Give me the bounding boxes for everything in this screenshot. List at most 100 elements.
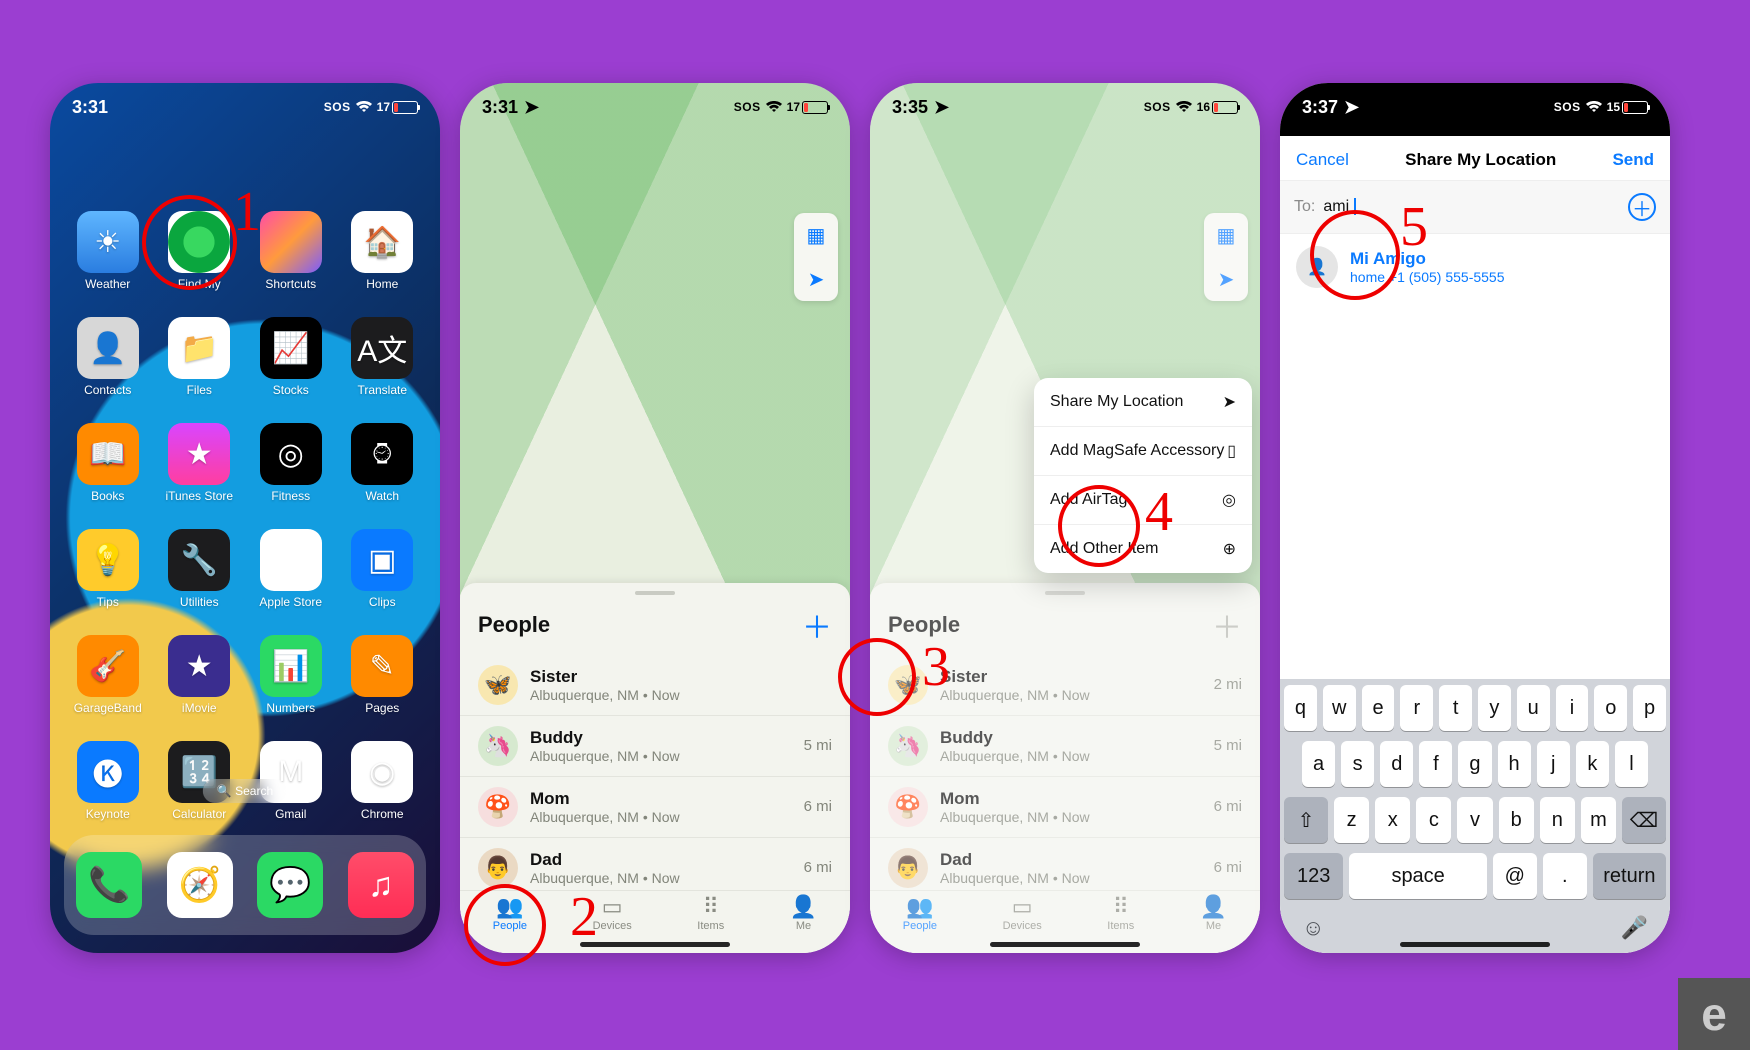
key-shift[interactable]: ⇧ bbox=[1284, 797, 1328, 843]
app-utilities[interactable]: 🔧Utilities bbox=[154, 529, 246, 609]
key-v[interactable]: v bbox=[1457, 797, 1492, 843]
key-g[interactable]: g bbox=[1458, 741, 1491, 787]
chrome-icon: ◉ bbox=[351, 741, 413, 803]
person-name: Mom bbox=[530, 789, 792, 809]
clips-icon: ▣ bbox=[351, 529, 413, 591]
key-o[interactable]: o bbox=[1594, 685, 1627, 731]
home-indicator[interactable] bbox=[1400, 942, 1550, 947]
key-space[interactable]: space bbox=[1349, 853, 1486, 899]
person-sub: Albuquerque, NM • Now bbox=[530, 809, 792, 825]
home-indicator[interactable] bbox=[580, 942, 730, 947]
map-layers-button[interactable]: ▦ bbox=[794, 213, 838, 257]
key-f[interactable]: f bbox=[1419, 741, 1452, 787]
key-u[interactable]: u bbox=[1517, 685, 1550, 731]
safari-icon[interactable]: 🧭 bbox=[167, 852, 233, 918]
app-home[interactable]: 🏠Home bbox=[337, 211, 429, 291]
home-indicator[interactable] bbox=[990, 942, 1140, 947]
app-tips[interactable]: 💡Tips bbox=[62, 529, 154, 609]
key-at[interactable]: @ bbox=[1493, 853, 1537, 899]
key-n[interactable]: n bbox=[1540, 797, 1575, 843]
person-sub: Albuquerque, NM • Now bbox=[530, 870, 792, 886]
spotlight-search[interactable]: 🔍 Search bbox=[203, 779, 287, 803]
menu-item-add-magsafe-accessory[interactable]: Add MagSafe Accessory▯ bbox=[1034, 426, 1252, 475]
app-label: Numbers bbox=[266, 701, 315, 715]
imovie-icon: ★ bbox=[168, 635, 230, 697]
app-itunes-store[interactable]: ★iTunes Store bbox=[154, 423, 246, 503]
app-keynote[interactable]: 🅚Keynote bbox=[62, 741, 154, 821]
emoji-key[interactable]: ☺ bbox=[1302, 915, 1324, 941]
app-watch[interactable]: ⌚︎Watch bbox=[337, 423, 429, 503]
app-contacts[interactable]: 👤Contacts bbox=[62, 317, 154, 397]
person-row[interactable]: 👨DadAlbuquerque, NM • Now6 mi bbox=[460, 837, 850, 890]
app-clips[interactable]: ▣Clips bbox=[337, 529, 429, 609]
app-pages[interactable]: ✎Pages bbox=[337, 635, 429, 715]
key-y[interactable]: y bbox=[1478, 685, 1511, 731]
recenter-button[interactable]: ➤ bbox=[794, 257, 838, 301]
location-services-icon: ➤ bbox=[524, 97, 539, 118]
person-row[interactable]: 🍄MomAlbuquerque, NM • Now6 mi bbox=[460, 776, 850, 837]
key-e[interactable]: e bbox=[1362, 685, 1395, 731]
key-q[interactable]: q bbox=[1284, 685, 1317, 731]
stocks-icon: 📈 bbox=[260, 317, 322, 379]
key-z[interactable]: z bbox=[1334, 797, 1369, 843]
app-imovie[interactable]: ★iMovie bbox=[154, 635, 246, 715]
key-p[interactable]: p bbox=[1633, 685, 1666, 731]
key-123[interactable]: 123 bbox=[1284, 853, 1343, 899]
send-button[interactable]: Send bbox=[1612, 150, 1654, 170]
key-c[interactable]: c bbox=[1416, 797, 1451, 843]
key-a[interactable]: a bbox=[1302, 741, 1335, 787]
app-garageband[interactable]: 🎸GarageBand bbox=[62, 635, 154, 715]
person-avatar-icon: 🦄 bbox=[478, 726, 518, 766]
key-t[interactable]: t bbox=[1439, 685, 1472, 731]
key-m[interactable]: m bbox=[1581, 797, 1616, 843]
key-delete[interactable]: ⌫ bbox=[1622, 797, 1666, 843]
messages-icon[interactable]: 💬 bbox=[257, 852, 323, 918]
app-fitness[interactable]: ◎Fitness bbox=[245, 423, 337, 503]
phone-icon[interactable]: 📞 bbox=[76, 852, 142, 918]
app-label: Files bbox=[187, 383, 212, 397]
key-i[interactable]: i bbox=[1556, 685, 1589, 731]
tips-icon: 💡 bbox=[77, 529, 139, 591]
people-list[interactable]: 🦋SisterAlbuquerque, NM • Now🦄BuddyAlbuqu… bbox=[460, 655, 850, 890]
key-b[interactable]: b bbox=[1499, 797, 1534, 843]
dictation-key[interactable]: 🎤 bbox=[1621, 915, 1648, 941]
app-apple-store[interactable]: Apple Store bbox=[245, 529, 337, 609]
add-person-button[interactable]: ＋ bbox=[802, 603, 832, 647]
annotation-number: 4 bbox=[1145, 480, 1173, 544]
key-r[interactable]: r bbox=[1400, 685, 1433, 731]
status-sos: SOS bbox=[734, 100, 761, 114]
add-contact-button[interactable]: ＋ bbox=[1628, 193, 1656, 221]
pages-icon: ✎ bbox=[351, 635, 413, 697]
key-d[interactable]: d bbox=[1380, 741, 1413, 787]
tab-items[interactable]: ⠿Items bbox=[697, 894, 724, 932]
menu-item-share-my-location[interactable]: Share My Location➤ bbox=[1034, 378, 1252, 426]
key-w[interactable]: w bbox=[1323, 685, 1356, 731]
app-chrome[interactable]: ◉Chrome bbox=[337, 741, 429, 821]
key-l[interactable]: l bbox=[1615, 741, 1648, 787]
airtag-icon: ◎ bbox=[1222, 490, 1236, 510]
status-time: 3:31 bbox=[72, 97, 108, 118]
key-j[interactable]: j bbox=[1537, 741, 1570, 787]
app-translate[interactable]: A文Translate bbox=[337, 317, 429, 397]
key-s[interactable]: s bbox=[1341, 741, 1374, 787]
battery-icon: 17 bbox=[787, 100, 828, 114]
status-time: 3:37 bbox=[1302, 97, 1338, 118]
person-row[interactable]: 🦄BuddyAlbuquerque, NM • Now5 mi bbox=[460, 715, 850, 776]
key-h[interactable]: h bbox=[1498, 741, 1531, 787]
key-x[interactable]: x bbox=[1375, 797, 1410, 843]
person-row[interactable]: 🦋SisterAlbuquerque, NM • Now bbox=[460, 655, 850, 715]
tab-me[interactable]: 👤Me bbox=[790, 894, 817, 932]
key-k[interactable]: k bbox=[1576, 741, 1609, 787]
tab-devices[interactable]: ▭Devices bbox=[593, 894, 632, 932]
app-books[interactable]: 📖Books bbox=[62, 423, 154, 503]
music-icon[interactable]: ♫ bbox=[348, 852, 414, 918]
cancel-button[interactable]: Cancel bbox=[1296, 150, 1349, 170]
app-stocks[interactable]: 📈Stocks bbox=[245, 317, 337, 397]
key-dot[interactable]: . bbox=[1543, 853, 1587, 899]
location-services-icon: ➤ bbox=[1344, 97, 1359, 118]
app-weather[interactable]: ☀︎Weather bbox=[62, 211, 154, 291]
key-return[interactable]: return bbox=[1593, 853, 1666, 899]
person-distance: 6 mi bbox=[804, 798, 832, 815]
app-numbers[interactable]: 📊Numbers bbox=[245, 635, 337, 715]
app-files[interactable]: 📁Files bbox=[154, 317, 246, 397]
